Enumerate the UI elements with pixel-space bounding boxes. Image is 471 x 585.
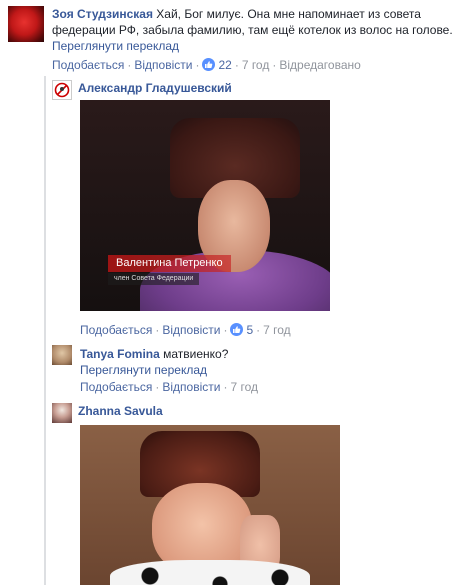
comment-body: Зоя Студзинская Хай, Бог милує. Она мне …: [52, 6, 466, 54]
like-link[interactable]: Подобається: [52, 58, 124, 72]
attached-photo-zhanna[interactable]: [80, 425, 340, 585]
comment-time[interactable]: 7 год: [242, 58, 270, 72]
like-link[interactable]: Подобається: [80, 380, 152, 394]
reply-time[interactable]: 7 год: [263, 323, 291, 337]
avatar-zoya[interactable]: [8, 6, 44, 42]
reply-link[interactable]: Відповісти: [134, 58, 192, 72]
avatar-tanya[interactable]: [52, 345, 72, 365]
edited-label[interactable]: Відредаговано: [279, 58, 360, 72]
reply-author[interactable]: Tanya Fomina: [80, 347, 160, 361]
separator-dot: ·: [127, 58, 132, 72]
reply-actions: Подобається · Відповісти · 7 год: [80, 380, 258, 394]
reply-actions: Подобається · Відповісти · 5 · 7 год: [80, 323, 291, 337]
comment-author[interactable]: Зоя Студзинская: [52, 7, 153, 21]
see-translation-link[interactable]: Переглянути переклад: [80, 363, 207, 377]
separator-dot: ·: [155, 380, 160, 394]
no-avatar-icon[interactable]: [52, 80, 72, 100]
attached-photo-petrenko[interactable]: Валентина Петренко член Совета Федерации: [80, 100, 330, 311]
reply-author[interactable]: Александр Гладушевский: [78, 81, 232, 95]
photo-collar: [110, 560, 310, 585]
separator-dot: ·: [195, 58, 200, 72]
separator-dot: ·: [223, 380, 228, 394]
see-translation-link[interactable]: Переглянути переклад: [52, 38, 466, 54]
separator-dot: ·: [234, 58, 239, 72]
reply-time[interactable]: 7 год: [230, 380, 258, 394]
reply-link[interactable]: Відповісти: [162, 323, 220, 337]
separator-dot: ·: [256, 323, 261, 337]
separator-dot: ·: [272, 58, 277, 72]
comment-actions: Подобається · Відповісти · 22 · 7 год · Відредаг…: [52, 58, 361, 72]
likes-count[interactable]: 22: [218, 58, 231, 72]
reply-link[interactable]: Відповісти: [162, 380, 220, 394]
tv-caption: Валентина Петренко член Совета Федерации: [80, 255, 330, 287]
tv-caption-title: член Совета Федерации: [108, 273, 200, 285]
thread-rail: [44, 76, 46, 585]
like-badge-icon[interactable]: [230, 323, 244, 336]
reply-text: матвиенко?: [163, 347, 229, 361]
like-badge-icon[interactable]: [202, 58, 216, 71]
reply-body: Tanya Fomina матвиенко? Переглянути пере…: [80, 346, 460, 378]
separator-dot: ·: [223, 323, 228, 337]
like-link[interactable]: Подобається: [80, 323, 152, 337]
reply-author[interactable]: Zhanna Savula: [78, 404, 163, 418]
tv-caption-name: Валентина Петренко: [108, 255, 231, 272]
separator-dot: ·: [155, 323, 160, 337]
avatar-zhanna[interactable]: [52, 403, 72, 423]
